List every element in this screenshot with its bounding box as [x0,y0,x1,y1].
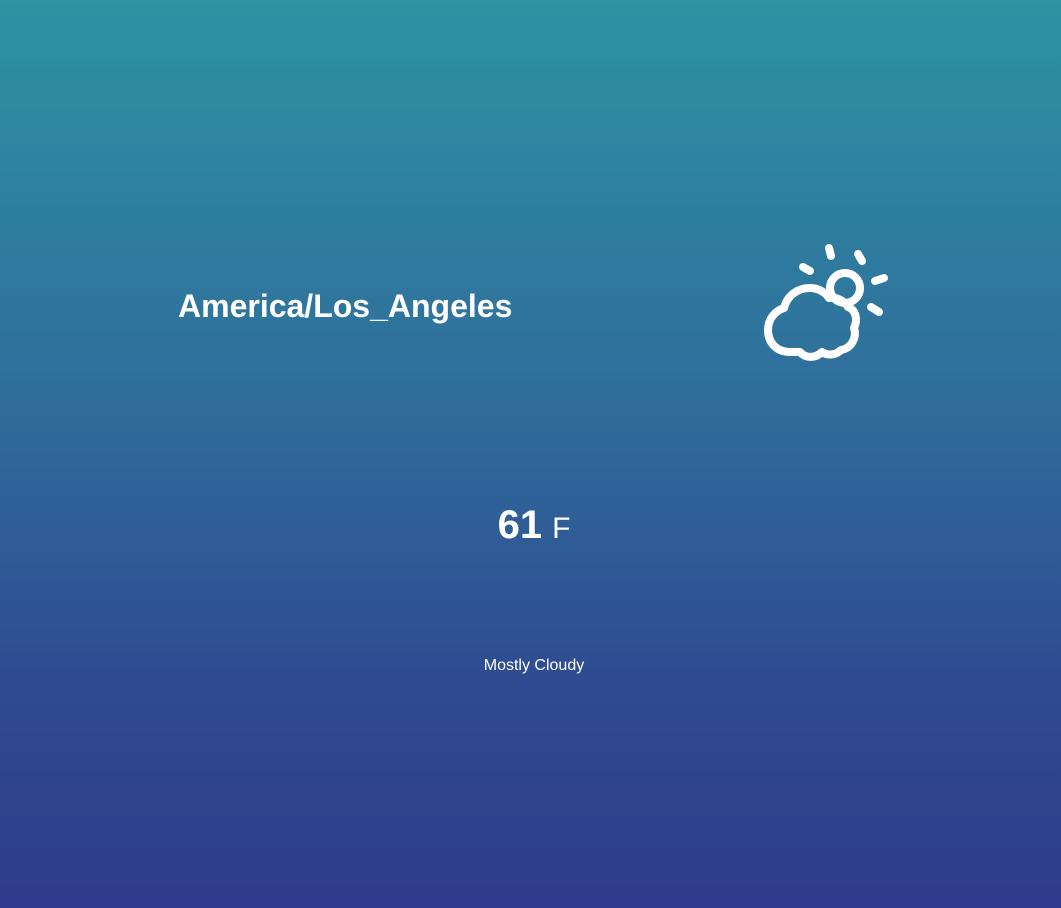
location-title: America/Los_Angeles [178,288,513,324]
partly-cloudy-day-icon [764,244,888,361]
temperature-unit: F [552,512,571,545]
temperature-display: 61 F [0,500,1061,554]
temperature-value: 61 [497,503,543,547]
weather-condition: Mostly Cloudy [483,657,585,674]
